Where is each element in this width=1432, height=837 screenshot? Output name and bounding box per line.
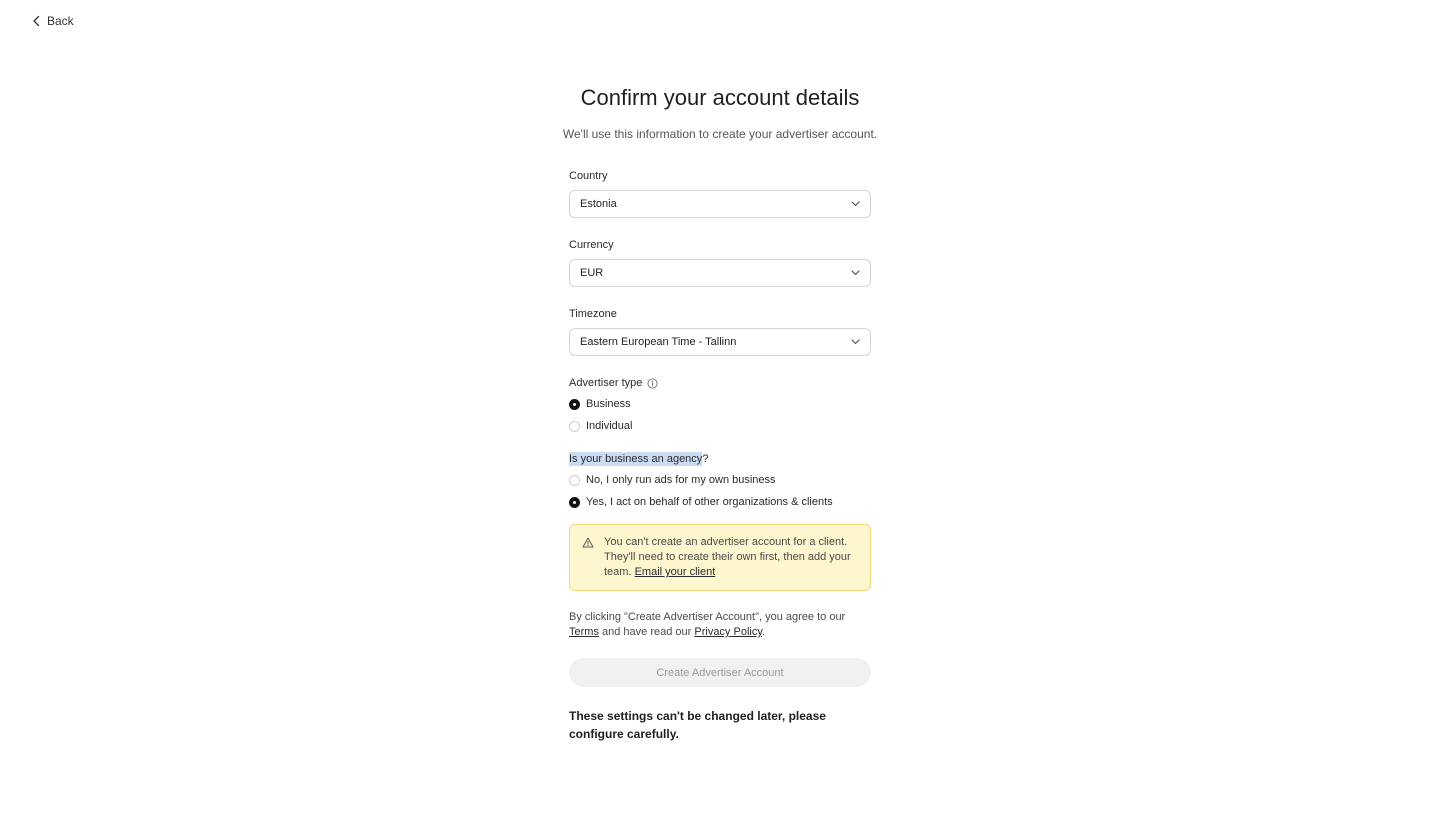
legal-prefix: By clicking "Create Advertiser Account",…	[569, 611, 846, 623]
chevron-down-icon	[851, 201, 860, 207]
chevron-down-icon	[851, 270, 860, 276]
advertiser-type-label-text: Advertiser type	[569, 377, 643, 389]
settings-warning-note: These settings can't be changed later, p…	[569, 709, 826, 741]
radio-agency-no-label: No, I only run ads for my own business	[586, 474, 776, 486]
radio-agency-yes-label: Yes, I act on behalf of other organizati…	[586, 496, 833, 508]
terms-link[interactable]: Terms	[569, 626, 599, 638]
agency-label: Is your business an agency?	[569, 452, 871, 466]
currency-label-text: Currency	[569, 239, 614, 251]
currency-select[interactable]: EUR	[569, 259, 871, 287]
country-label-text: Country	[569, 170, 608, 182]
back-button[interactable]: Back	[32, 14, 74, 28]
warning-triangle-icon	[582, 537, 594, 548]
timezone-select[interactable]: Eastern European Time - Tallinn	[569, 328, 871, 356]
country-select[interactable]: Estonia	[569, 190, 871, 218]
currency-value: EUR	[580, 267, 604, 279]
agency-label-rest: ?	[702, 453, 709, 465]
radio-agency-no[interactable]: No, I only run ads for my own business	[569, 472, 871, 488]
legal-suffix: .	[762, 626, 766, 638]
email-client-link[interactable]: Email your client	[635, 566, 716, 578]
page: Back Confirm your account details We'll …	[0, 0, 1432, 837]
page-subtitle: We'll use this information to create you…	[562, 127, 878, 141]
radio-business[interactable]: Business	[569, 396, 871, 412]
radio-business-label: Business	[586, 398, 631, 410]
back-label: Back	[47, 14, 74, 28]
legal-text: By clicking "Create Advertiser Account",…	[569, 610, 871, 640]
radio-agency-yes[interactable]: Yes, I act on behalf of other organizati…	[569, 494, 871, 510]
country-field: Country Estonia	[569, 169, 871, 218]
agency-label-selected-text: Is your business an agency	[569, 452, 703, 466]
client-warning-banner: You can't create an advertiser account f…	[569, 524, 871, 591]
currency-label: Currency	[569, 238, 871, 252]
currency-field: Currency EUR	[569, 238, 871, 287]
create-button-label: Create Advertiser Account	[656, 666, 784, 679]
radio-business-indicator[interactable]	[569, 398, 580, 410]
account-details-form: Confirm your account details We'll use t…	[563, 84, 877, 743]
create-advertiser-account-button[interactable]: Create Advertiser Account	[569, 658, 871, 687]
timezone-field: Timezone Eastern European Time - Tallinn	[569, 307, 871, 356]
advertiser-type-label: Advertiser type	[569, 376, 871, 390]
chevron-down-icon	[851, 339, 860, 345]
radio-agency-no-indicator[interactable]	[569, 474, 580, 486]
radio-agency-yes-indicator[interactable]	[569, 496, 580, 508]
timezone-label-text: Timezone	[569, 308, 617, 320]
chevron-left-icon	[33, 15, 40, 27]
info-icon[interactable]	[647, 377, 658, 389]
timezone-value: Eastern European Time - Tallinn	[580, 336, 737, 348]
timezone-label: Timezone	[569, 307, 871, 321]
radio-individual-indicator[interactable]	[569, 420, 580, 432]
country-value: Estonia	[580, 198, 617, 210]
privacy-policy-link[interactable]: Privacy Policy	[694, 626, 762, 638]
country-label: Country	[569, 169, 871, 183]
page-title: Confirm your account details	[580, 85, 860, 110]
radio-individual[interactable]: Individual	[569, 418, 871, 434]
legal-middle: and have read our	[602, 626, 692, 638]
agency-group: Is your business an agency? No, I only r…	[569, 452, 871, 510]
warning-text: You can't create an advertiser account f…	[604, 535, 856, 580]
advertiser-type-group: Advertiser type Business Individual	[569, 376, 871, 434]
radio-individual-label: Individual	[586, 420, 633, 432]
